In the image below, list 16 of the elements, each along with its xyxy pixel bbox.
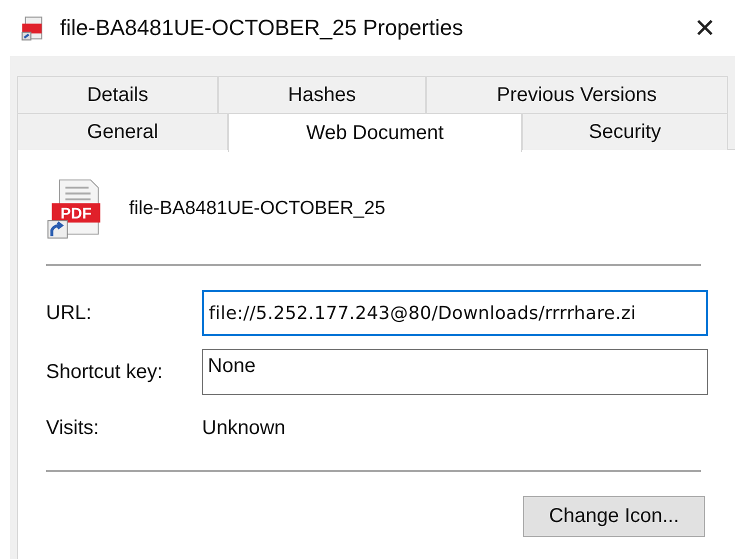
file-name: file-BA8481UE-OCTOBER_25	[129, 198, 386, 220]
tab[interactable]: Web Document	[228, 113, 522, 152]
field-label: URL:	[46, 302, 93, 324]
visits-label: Visits:	[46, 416, 100, 440]
tab[interactable]: Previous Versions	[426, 76, 728, 113]
close-button[interactable]: ✕	[675, 0, 735, 56]
visits-value: Unknown	[202, 416, 286, 440]
tab[interactable]: Security	[522, 113, 728, 150]
shortcut-key-field[interactable]: None	[202, 349, 708, 395]
window-title: file-BA8481UE-OCTOBER_25 Properties	[60, 15, 464, 41]
url-field[interactable]: file://5.252.177.243@80/Downloads/rrrrhare.zi	[202, 290, 708, 336]
field-label: Shortcut key:	[46, 360, 164, 384]
tab[interactable]: General	[17, 113, 228, 150]
change-icon-button[interactable]: Change Icon...	[523, 496, 705, 537]
tab[interactable]: Hashes	[218, 76, 426, 113]
tab[interactable]: Details	[17, 76, 218, 113]
